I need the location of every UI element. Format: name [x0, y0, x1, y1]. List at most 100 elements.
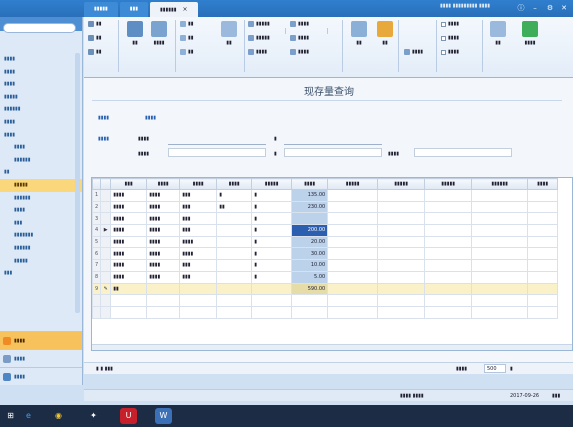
table-cell[interactable]: ▮▮▮ — [179, 224, 218, 237]
table-cell[interactable]: ▮ — [251, 259, 293, 272]
table-cell[interactable] — [424, 224, 473, 237]
table-cell[interactable]: ▮▮▮ — [179, 200, 218, 214]
table-cell[interactable] — [327, 212, 379, 226]
table-cell[interactable] — [527, 247, 559, 261]
sidebar-item[interactable]: ▮▮▮▮ — [0, 66, 82, 79]
table-cell[interactable] — [471, 282, 529, 296]
table-total-row[interactable]: 9 ✎ ▮▮ 590.00 — [92, 282, 559, 296]
column-header[interactable]: ▮▮▮▮▮ — [251, 178, 293, 190]
table-cell[interactable]: ▮ — [251, 235, 293, 249]
table-row[interactable]: 5 ▮▮▮▮ ▮▮▮▮ ▮▮▮▮ ▮ 20.00 — [92, 235, 559, 249]
table-cell[interactable]: ▮▮▮▮ — [146, 270, 181, 284]
table-cell[interactable] — [216, 235, 253, 249]
sidebar-item[interactable]: ▮▮▮ — [0, 217, 82, 230]
sidebar-item[interactable]: ▮▮▮▮ — [0, 129, 82, 142]
chrome-icon[interactable]: ◉ — [50, 408, 67, 424]
table-row[interactable]: 1 ▮▮▮▮ ▮▮▮▮ ▮▮▮ ▮ ▮ 135.00 — [92, 189, 559, 202]
sidebar-item[interactable]: ▮▮▮▮ — [0, 116, 82, 129]
table-cell[interactable]: ▮▮▮▮ — [179, 235, 218, 249]
table-cell[interactable]: ▮▮▮ — [179, 189, 218, 202]
ribbon-extend-button[interactable]: ▮▮▮▮ — [516, 21, 544, 46]
table-cell[interactable] — [216, 259, 253, 272]
table-cell[interactable]: ▮ — [251, 224, 293, 237]
show-total-checkbox[interactable]: ▮▮▮▮ — [441, 35, 459, 41]
ribbon-manage-plan-button[interactable]: ▮▮▮▮ — [148, 21, 170, 46]
table-cell[interactable]: ▮▮▮▮ — [146, 235, 181, 249]
table-cell[interactable]: ▮▮▮▮ — [146, 189, 181, 202]
warehouse-code-input[interactable] — [168, 144, 266, 145]
table-cell[interactable]: ▮▮▮ — [179, 212, 218, 226]
table-cell[interactable]: ▮ — [251, 200, 293, 214]
ribbon-format2-button[interactable]: ▮▮▮▮ — [404, 49, 423, 55]
inventory-class-to-input[interactable] — [284, 148, 382, 157]
table-cell[interactable]: ▮▮▮▮ — [110, 235, 148, 249]
table-cell[interactable] — [471, 200, 529, 214]
table-row[interactable]: 7 ▮▮▮▮ ▮▮▮▮ ▮▮▮ ▮ 10.00 — [92, 259, 559, 272]
table-row[interactable]: 2 ▮▮▮▮ ▮▮▮▮ ▮▮▮ ▮▮ ▮ 230.00 — [92, 200, 559, 214]
ribbon-filter-button[interactable]: ▮▮ — [180, 49, 194, 55]
show-zero-checkbox[interactable]: ▮▮▮▮ — [441, 49, 459, 55]
sidebar-item[interactable]: ▮▮▮▮▮▮ — [0, 192, 82, 205]
ribbon-grouping-button[interactable]: ▮▮▮▮▮ — [248, 21, 270, 27]
table-cell[interactable] — [424, 270, 473, 284]
table-cell[interactable] — [179, 282, 218, 296]
table-cell[interactable] — [377, 282, 426, 296]
table-cell[interactable]: ▮ — [251, 247, 293, 261]
table-cell[interactable] — [471, 212, 529, 226]
table-cell[interactable] — [424, 212, 473, 226]
column-header[interactable]: ▮▮▮▮▮ — [377, 178, 426, 190]
sidebar-item[interactable]: ▮▮▮▮▮ — [0, 91, 82, 104]
pager-nav[interactable]: ▮ ▮ ▮▮▮ — [96, 366, 113, 372]
table-row[interactable]: 6 ▮▮▮▮ ▮▮▮▮ ▮▮▮▮ ▮ 30.00 — [92, 247, 559, 261]
sidebar-item[interactable]: ▮▮ — [0, 166, 82, 179]
table-cell[interactable]: ▮▮▮▮ — [110, 259, 148, 272]
sidebar-item[interactable]: ▮▮▮▮ — [0, 204, 82, 217]
sidebar-item[interactable]: ▮▮▮▮▮▮ — [0, 103, 82, 116]
table-cell[interactable] — [527, 235, 559, 249]
ribbon-refresh-button[interactable]: ▮▮ — [348, 21, 370, 46]
table-cell[interactable]: ▮▮ — [216, 200, 253, 214]
table-cell[interactable] — [146, 282, 181, 296]
location-code-input[interactable] — [414, 148, 512, 157]
table-cell[interactable]: ▮ — [216, 189, 253, 202]
table-cell[interactable] — [327, 235, 379, 249]
tab-1[interactable]: ▮▮▮▮▮ — [84, 2, 118, 17]
table-cell[interactable]: ▮▮▮▮ — [110, 270, 148, 284]
ribbon-output-button[interactable]: ▮▮ — [88, 49, 102, 55]
table-cell[interactable] — [471, 235, 529, 249]
table-cell[interactable] — [216, 224, 253, 237]
minimize-icon[interactable]: – — [530, 3, 540, 13]
inventory-class-input[interactable] — [168, 148, 266, 157]
app-u8-icon[interactable]: U — [120, 408, 137, 424]
table-cell[interactable] — [527, 212, 559, 226]
table-cell[interactable] — [527, 224, 559, 237]
close-window-icon[interactable]: ✕ — [559, 3, 569, 13]
tab-3-active[interactable]: ▮▮▮▮▮▮ × — [150, 2, 198, 17]
table-row[interactable]: 3 ▮▮▮▮ ▮▮▮▮ ▮▮▮ ▮ — [92, 212, 559, 226]
table-cell[interactable] — [216, 270, 253, 284]
table-cell[interactable] — [424, 235, 473, 249]
ribbon-save-format-button[interactable]: ▮▮▮▮ — [248, 49, 267, 55]
stock-qty-cell[interactable]: 135.00 — [291, 189, 329, 202]
table-cell[interactable] — [424, 247, 473, 261]
sidebar-item[interactable]: ▮▮▮▮▮▮ — [0, 154, 82, 167]
table-cell[interactable]: ▮▮▮▮ — [110, 247, 148, 261]
close-tab-icon[interactable]: × — [183, 6, 188, 13]
table-cell[interactable] — [327, 282, 379, 296]
ribbon-more-format-button[interactable]: ▮▮▮▮ — [290, 49, 309, 55]
table-cell[interactable] — [327, 270, 379, 284]
table-cell[interactable]: ▮▮▮ — [179, 270, 218, 284]
sidebar-item[interactable]: ▮▮▮ — [0, 267, 82, 280]
column-header[interactable]: ▮▮▮▮▮ — [327, 178, 379, 190]
sidebar-bottom-item-selected[interactable]: ▮▮▮▮ — [0, 331, 82, 349]
table-cell[interactable] — [216, 247, 253, 261]
stock-qty-cell[interactable]: 200.00 — [291, 224, 329, 237]
table-cell[interactable]: ▮ — [251, 189, 293, 202]
grid-horizontal-scrollbar[interactable] — [92, 344, 572, 350]
stock-qty-cell[interactable]: 5.00 — [291, 270, 329, 284]
table-cell[interactable] — [527, 270, 559, 284]
sidebar-item[interactable]: ▮▮▮▮▮▮▮ — [0, 229, 82, 242]
sidebar-search-input[interactable] — [3, 23, 76, 33]
ribbon-sort-button[interactable]: ▮▮ — [180, 35, 194, 41]
sidebar-item[interactable]: ▮▮▮▮ — [0, 53, 82, 66]
